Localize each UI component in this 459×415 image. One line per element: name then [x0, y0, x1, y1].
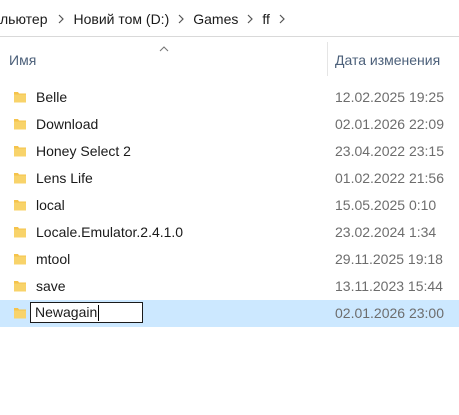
file-name: Locale.Emulator.2.4.1.0	[36, 224, 184, 240]
file-name: Lens Life	[36, 170, 93, 186]
column-header-name[interactable]: Имя	[9, 52, 36, 68]
file-list: Belle 12.02.2025 19:25 Download 02.01.20…	[0, 84, 459, 327]
folder-icon	[13, 90, 27, 104]
column-header-date-modified[interactable]: Дата изменения	[335, 52, 440, 68]
folder-icon	[13, 279, 27, 293]
column-divider[interactable]	[327, 42, 328, 76]
file-name: save	[36, 278, 66, 294]
chevron-right-icon[interactable]	[244, 7, 256, 31]
breadcrumb-computer[interactable]: льютер	[0, 7, 55, 31]
folder-icon	[13, 225, 27, 239]
file-date: 23.02.2024 1:34	[335, 224, 437, 240]
file-date: 02.01.2026 22:09	[335, 116, 444, 132]
folder-icon	[13, 171, 27, 185]
address-bar-border	[0, 36, 459, 37]
list-item[interactable]: Locale.Emulator.2.4.1.0 23.02.2024 1:34	[0, 219, 459, 246]
file-name: Belle	[36, 89, 68, 105]
file-name: local	[36, 197, 65, 213]
file-name: mtool	[36, 251, 71, 267]
sort-ascending-icon	[158, 40, 170, 52]
chevron-right-icon[interactable]	[55, 7, 67, 31]
list-item[interactable]: Lens Life 01.02.2022 21:56	[0, 165, 459, 192]
file-date: 02.01.2026 23:00	[335, 305, 444, 321]
breadcrumb-games[interactable]: Games	[187, 7, 244, 31]
file-date: 23.04.2022 23:15	[335, 143, 444, 159]
folder-icon	[13, 198, 27, 212]
file-date: 01.02.2022 21:56	[335, 170, 444, 186]
list-item[interactable]: save 13.11.2023 15:44	[0, 273, 459, 300]
file-name: Honey Select 2	[36, 143, 131, 159]
file-date: 15.05.2025 0:10	[335, 197, 437, 213]
chevron-right-icon[interactable]	[276, 7, 288, 31]
breadcrumb-drive-d[interactable]: Новий том (D:)	[67, 7, 175, 31]
list-item[interactable]: Honey Select 2 23.04.2022 23:15	[0, 138, 459, 165]
list-item[interactable]: mtool 29.11.2025 19:18	[0, 246, 459, 273]
file-explorer-window: льютер Новий том (D:) Games ff Имя Дата …	[0, 0, 459, 415]
rename-input[interactable]: Newagain	[30, 302, 143, 323]
breadcrumb: льютер Новий том (D:) Games ff	[0, 0, 288, 38]
address-bar[interactable]: льютер Новий том (D:) Games ff	[0, 0, 459, 38]
rename-input-value: Newagain	[35, 304, 98, 320]
folder-icon	[13, 117, 27, 131]
list-item[interactable]: Belle 12.02.2025 19:25	[0, 84, 459, 111]
file-date: 29.11.2025 19:18	[335, 251, 443, 267]
column-headers: Имя Дата изменения	[0, 38, 459, 78]
file-date: 12.02.2025 19:25	[335, 89, 444, 105]
file-name: Download	[36, 116, 99, 132]
folder-icon	[13, 252, 27, 266]
list-item[interactable]: Download 02.01.2026 22:09	[0, 111, 459, 138]
chevron-right-icon[interactable]	[175, 7, 187, 31]
text-caret	[98, 304, 100, 321]
folder-icon	[13, 144, 27, 158]
list-item[interactable]: local 15.05.2025 0:10	[0, 192, 459, 219]
folder-icon	[13, 306, 27, 320]
list-item-renaming[interactable]: Newagain 02.01.2026 23:00	[0, 300, 459, 327]
breadcrumb-ff[interactable]: ff	[256, 7, 276, 31]
file-date: 13.11.2023 15:44	[335, 278, 443, 294]
